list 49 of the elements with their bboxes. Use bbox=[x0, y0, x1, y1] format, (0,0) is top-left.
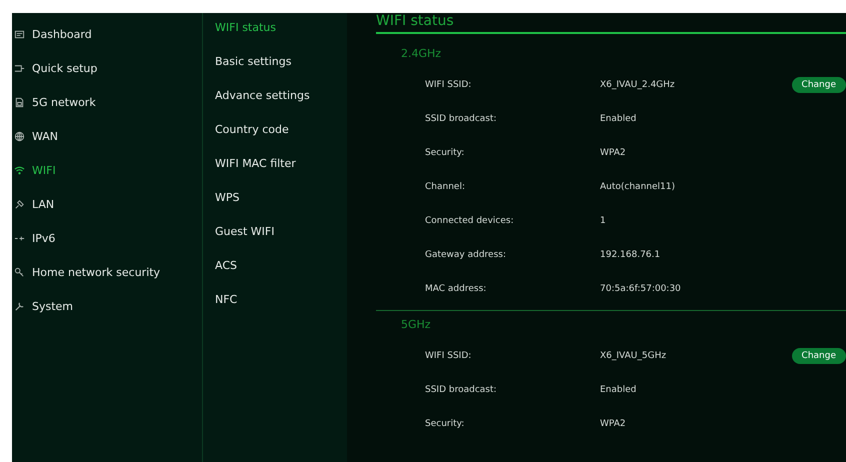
submenu-item[interactable]: Guest WIFI bbox=[203, 221, 347, 255]
sidebar-item[interactable]: IPv6 bbox=[12, 221, 202, 255]
field-label: SSID broadcast: bbox=[425, 385, 498, 395]
sidebar-item[interactable]: WIFI bbox=[12, 153, 202, 187]
field-label: Channel: bbox=[425, 182, 466, 192]
sidebar-item[interactable]: System bbox=[12, 289, 202, 323]
page-title: WIFI status bbox=[376, 13, 455, 31]
field-value: 70:5a:6f:57:00:30 bbox=[600, 284, 682, 294]
field-value: 1 bbox=[600, 216, 607, 226]
change-button[interactable]: Change bbox=[792, 348, 846, 364]
globe-icon bbox=[14, 130, 25, 142]
sidebar-item[interactable]: Quick setup bbox=[12, 51, 202, 85]
submenu-item[interactable]: WIFI status bbox=[203, 17, 347, 51]
band-heading: 2.4GHz bbox=[401, 46, 442, 62]
sidebar-item[interactable]: 5G network bbox=[12, 85, 202, 119]
field-label: MAC address: bbox=[425, 284, 488, 294]
band-heading: 5GHz bbox=[401, 317, 432, 333]
submenu-item[interactable]: Basic settings bbox=[203, 51, 347, 85]
sim-icon bbox=[14, 96, 25, 108]
field-label: Security: bbox=[425, 419, 466, 429]
submenu-item[interactable]: WIFI MAC filter bbox=[203, 153, 347, 187]
field-value: WPA2 bbox=[600, 419, 627, 429]
sidebar-item[interactable]: Home network security bbox=[12, 255, 202, 289]
submenu-item[interactable]: Country code bbox=[203, 119, 347, 153]
wifi-icon bbox=[14, 164, 25, 176]
field-label: Gateway address: bbox=[425, 250, 508, 260]
submenu-item[interactable]: Advance settings bbox=[203, 85, 347, 119]
sidebar-item[interactable]: LAN bbox=[12, 187, 202, 221]
field-value: Enabled bbox=[600, 114, 638, 124]
field-label: WIFI SSID: bbox=[425, 80, 472, 90]
field-label: WIFI SSID: bbox=[425, 351, 472, 361]
key-icon bbox=[14, 266, 25, 278]
field-value: WPA2 bbox=[600, 148, 627, 158]
field-value: X6_IVAU_5GHz bbox=[600, 351, 668, 361]
submenu-item[interactable]: NFC bbox=[203, 289, 347, 323]
submenu-item[interactable]: WPS bbox=[203, 187, 347, 221]
sidebar-item[interactable]: WAN bbox=[12, 119, 202, 153]
change-button[interactable]: Change bbox=[792, 77, 846, 93]
field-label: Security: bbox=[425, 148, 466, 158]
field-value: Auto(channel11) bbox=[600, 182, 676, 192]
field-value: 192.168.76.1 bbox=[600, 250, 662, 260]
wrench-icon bbox=[14, 300, 25, 312]
field-value: Enabled bbox=[600, 385, 638, 395]
submenu-item[interactable]: ACS bbox=[203, 255, 347, 289]
field-value: X6_IVAU_2.4GHz bbox=[600, 80, 676, 90]
dashboard-icon bbox=[14, 28, 25, 40]
field-label: SSID broadcast: bbox=[425, 114, 498, 124]
field-label: Connected devices: bbox=[425, 216, 515, 226]
sidebar-item[interactable]: Dashboard bbox=[12, 17, 202, 51]
